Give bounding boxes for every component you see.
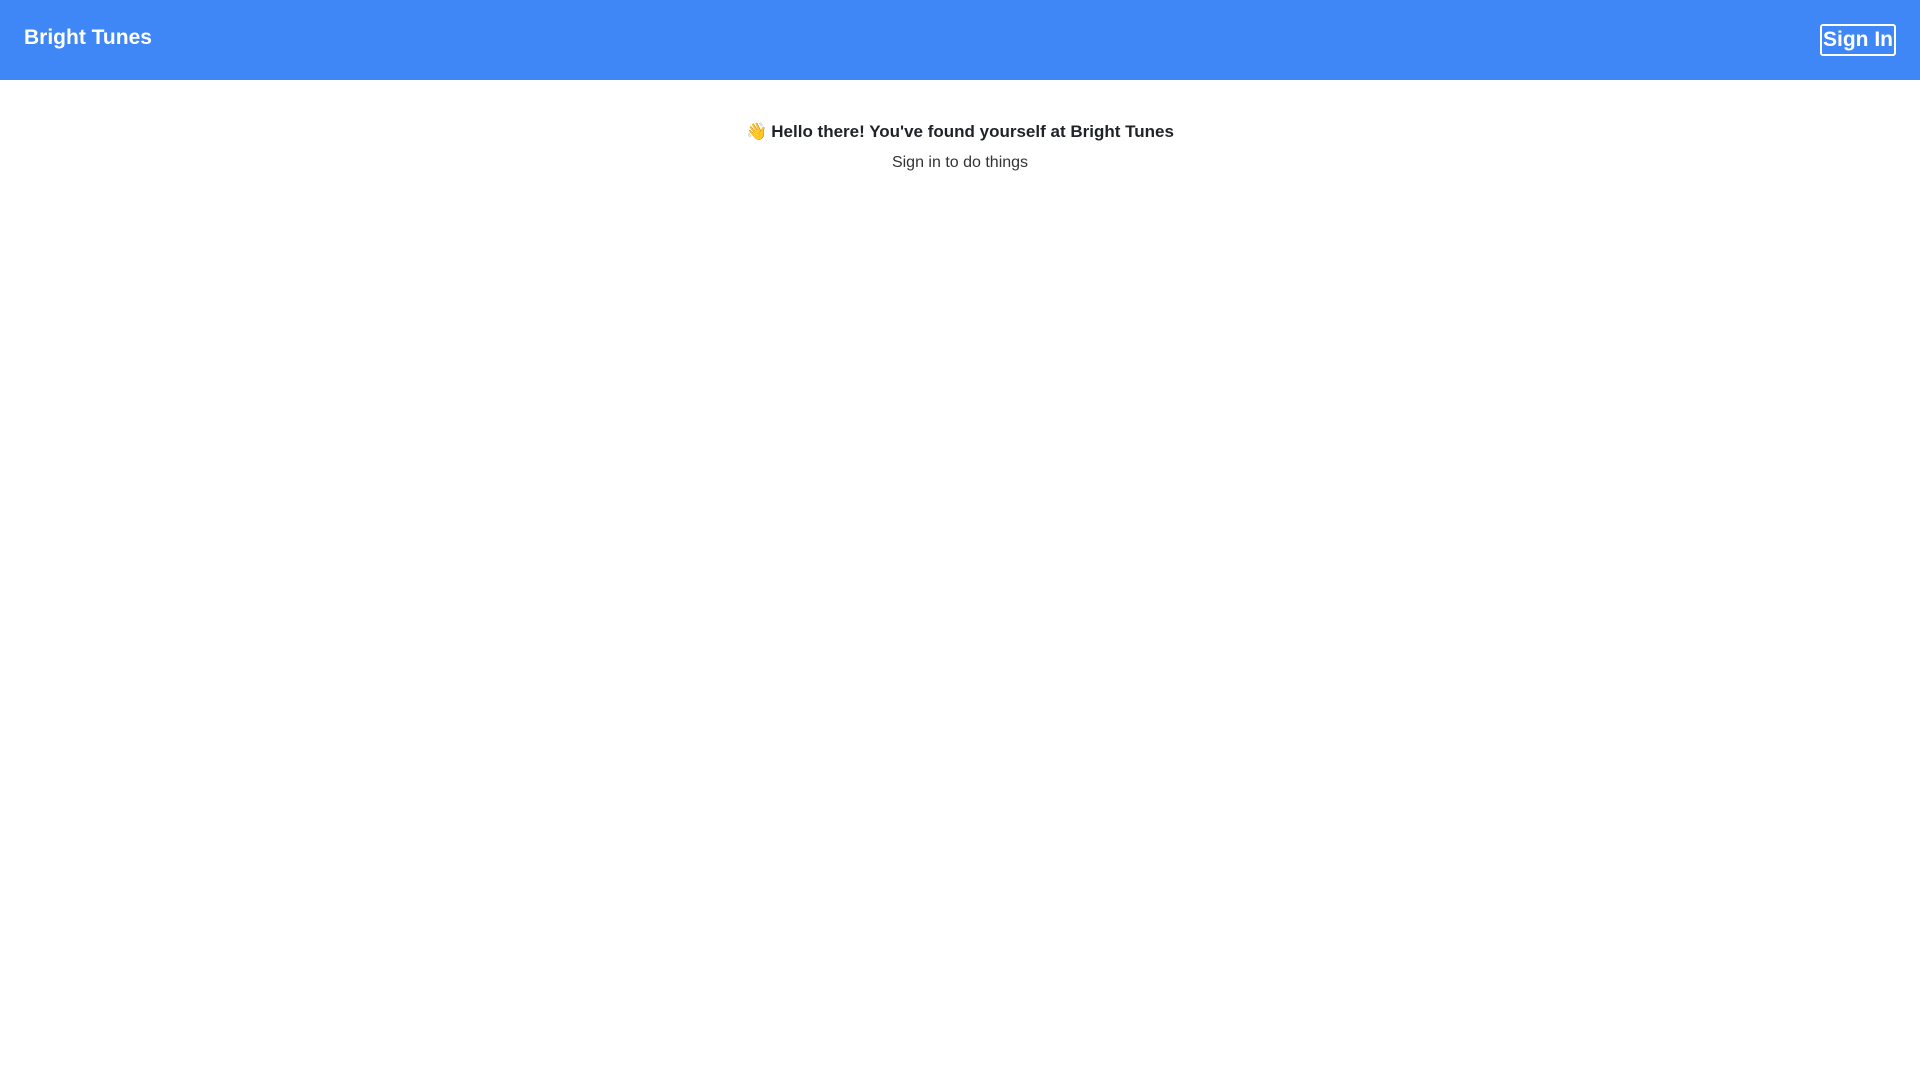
top-nav-bar: Bright Tunes Sign In <box>0 0 1920 80</box>
page: Bright Tunes Sign In 👋 Hello there! You'v… <box>0 0 1920 1080</box>
signin-prompt: Sign in to do things <box>891 154 1029 171</box>
brand-title[interactable]: Bright Tunes <box>24 26 152 50</box>
welcome-text: Hello there! You've found yourself at Br… <box>771 122 1174 141</box>
welcome-heading: 👋 Hello there! You've found yourself at B… <box>0 120 1920 144</box>
main-content: 👋 Hello there! You've found yourself at B… <box>0 80 1920 174</box>
waving-hand-icon: 👋 <box>746 122 768 141</box>
sign-in-button[interactable]: Sign In <box>1820 24 1896 56</box>
